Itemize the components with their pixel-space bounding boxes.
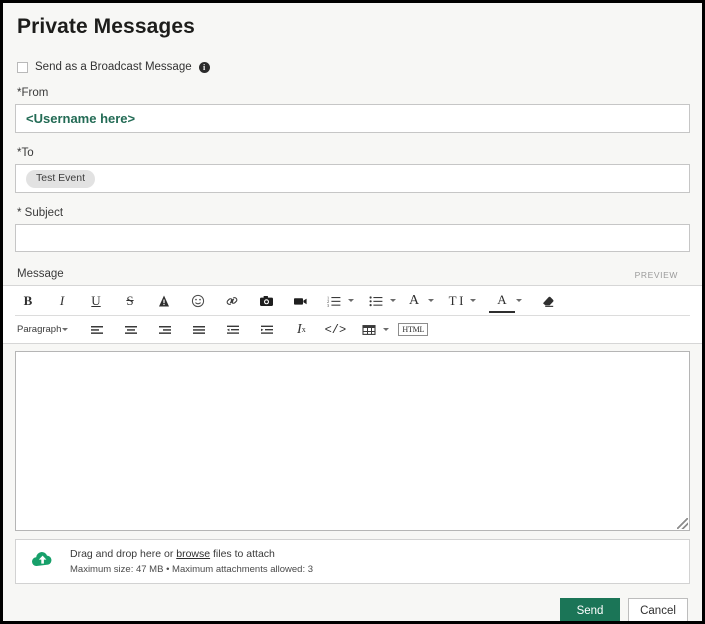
font-size-icon[interactable]: T I <box>443 290 469 312</box>
underline-icon[interactable]: U <box>83 290 109 312</box>
toolbar-row-1: B I U S 1 2 3 A T I A <box>15 286 690 315</box>
outdent-icon[interactable] <box>220 319 246 341</box>
font-color-caret-icon[interactable] <box>516 299 522 302</box>
attachment-texts: Drag and drop here or browse files to at… <box>70 547 313 577</box>
remove-format-icon[interactable]: Ix <box>288 319 314 341</box>
message-area-wrapper <box>15 344 690 539</box>
message-label: Message <box>17 268 64 280</box>
table-icon[interactable] <box>356 319 382 341</box>
message-textarea[interactable] <box>15 351 690 531</box>
align-center-icon[interactable] <box>118 319 144 341</box>
align-justify-icon[interactable] <box>186 319 212 341</box>
send-button[interactable]: Send <box>560 598 620 621</box>
form-actions: Send Cancel <box>15 598 690 621</box>
private-messages-page: Private Messages Send as a Broadcast Mes… <box>0 0 705 624</box>
broadcast-row: Send as a Broadcast Message i <box>17 61 690 73</box>
from-value: <Username here> <box>26 111 136 126</box>
font-size-caret-icon[interactable] <box>470 299 476 302</box>
paragraph-caret-icon <box>62 328 69 331</box>
info-icon[interactable]: i <box>198 61 210 73</box>
subject-field[interactable] <box>15 224 690 252</box>
attachment-instruction: Drag and drop here or browse files to at… <box>70 547 313 562</box>
camera-icon[interactable] <box>253 290 279 312</box>
attachment-dropzone[interactable]: Drag and drop here or browse files to at… <box>15 539 690 584</box>
ordered-list-caret-icon[interactable] <box>348 299 354 302</box>
font-family-caret-icon[interactable] <box>428 299 434 302</box>
attachment-prefix: Drag and drop here or <box>70 547 177 560</box>
browse-link[interactable]: browse <box>176 548 210 560</box>
broadcast-checkbox[interactable] <box>17 61 28 73</box>
unordered-list-caret-icon[interactable] <box>390 299 396 302</box>
table-caret-icon[interactable] <box>383 328 390 331</box>
unordered-list-icon[interactable] <box>363 290 389 312</box>
eraser-icon[interactable] <box>535 290 561 312</box>
subject-label: * Subject <box>17 207 64 219</box>
indent-icon[interactable] <box>254 319 280 341</box>
page-title: Private Messages <box>17 15 195 38</box>
attachment-limits: Maximum size: 47 MB • Maximum attachment… <box>70 563 314 575</box>
from-label: *From <box>17 87 49 99</box>
emoji-icon[interactable] <box>185 290 211 312</box>
link-icon[interactable] <box>219 290 245 312</box>
text-highlight-icon[interactable] <box>151 290 177 312</box>
to-label: *To <box>17 147 34 159</box>
font-family-icon[interactable]: A <box>401 290 427 312</box>
video-icon[interactable] <box>287 290 313 312</box>
svg-text:3: 3 <box>327 303 329 308</box>
toolbar-row-2: Paragraph I x </> HTML <box>15 315 690 343</box>
from-field[interactable]: <Username here> <box>15 104 690 133</box>
resize-handle[interactable] <box>677 518 688 529</box>
preview-toggle[interactable]: PREVIEW <box>635 270 678 280</box>
message-header: Message PREVIEW <box>17 268 690 280</box>
to-field[interactable]: Test Event <box>15 164 690 193</box>
cloud-upload-icon <box>30 549 56 574</box>
align-left-icon[interactable] <box>84 319 110 341</box>
html-button[interactable]: HTML <box>398 323 429 336</box>
paragraph-style-dropdown[interactable]: Paragraph <box>15 320 76 340</box>
attachment-suffix: files to attach <box>210 547 275 560</box>
ordered-list-icon[interactable]: 123 <box>321 290 347 312</box>
italic-icon[interactable]: I <box>49 290 75 312</box>
align-right-icon[interactable] <box>152 319 178 341</box>
recipient-chip[interactable]: Test Event <box>26 169 96 188</box>
font-color-icon[interactable]: A <box>489 289 515 313</box>
cancel-button[interactable]: Cancel <box>628 598 688 621</box>
bold-icon[interactable]: B <box>15 290 41 312</box>
rich-text-editor-toolbar: B I U S 1 2 3 A T I A Paragraph I x </> … <box>3 285 702 344</box>
strikethrough-icon[interactable]: S <box>117 290 143 312</box>
broadcast-label: Send as a Broadcast Message <box>35 61 192 73</box>
paragraph-style-label: Paragraph <box>17 324 62 335</box>
source-code-icon[interactable]: </> <box>322 319 348 341</box>
